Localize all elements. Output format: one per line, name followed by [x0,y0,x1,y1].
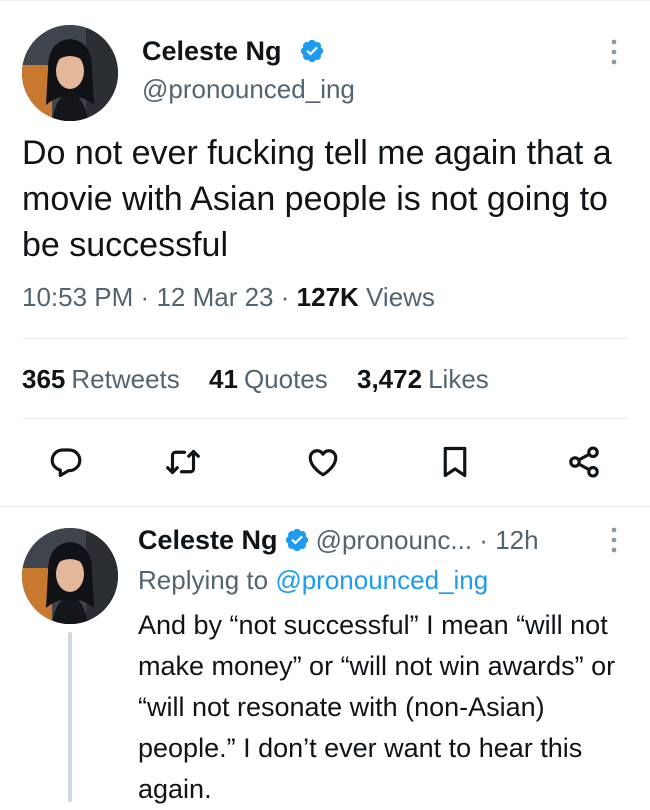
share-icon [569,446,599,478]
reply-avatar[interactable] [22,528,118,624]
reply-timestamp[interactable]: 12h [495,525,538,555]
tweet-text: Do not ever fucking tell me again that a… [22,134,612,264]
replying-to-handle[interactable]: @pronounced_ing [275,565,488,595]
like-icon [308,449,338,477]
quotes-label: Quotes [243,364,328,394]
retweets-label: Retweets [71,364,180,394]
share-button[interactable] [566,444,602,480]
avatar[interactable] [22,25,118,121]
reply-author-name[interactable]: Celeste Ng [138,525,278,555]
bookmark-button[interactable] [437,444,473,480]
tweet-meta: 10:53 PM · 12 Mar 23 · 127K Views [22,280,435,314]
views-label: Views [366,282,435,312]
retweets-count: 365 [22,364,66,394]
author-name[interactable]: Celeste Ng [142,35,282,67]
quotes-stat[interactable]: 41 Quotes [209,364,328,394]
reply-header: Celeste Ng @pronounc... · 12h [138,524,539,556]
quotes-count: 41 [209,364,238,394]
divider [0,506,650,507]
reply-button[interactable] [48,444,84,480]
verified-badge-icon [285,528,308,552]
views-count: 127K [296,282,359,312]
divider [22,418,628,419]
replying-to: Replying to @pronounced_ing [138,563,488,597]
more-options-icon[interactable] [609,38,619,66]
reply-author-handle[interactable]: @pronounc... [316,525,472,555]
verified-badge-icon [300,39,324,63]
retweet-icon [166,449,200,475]
retweets-stat[interactable]: 365 Retweets [22,364,180,394]
likes-stat[interactable]: 3,472 Likes [357,364,489,394]
meta-separator: · [280,282,290,312]
meta-separator: · [140,282,150,312]
tweet-time[interactable]: 10:53 PM [22,282,133,312]
engagement-stats: 365 Retweets 41 Quotes 3,472 Likes [22,362,511,396]
reply-separator: · [479,525,488,555]
bookmark-icon [443,446,467,478]
reply-icon [50,448,82,478]
top-divider [0,0,650,1]
tweet-date[interactable]: 12 Mar 23 [156,282,273,312]
likes-label: Likes [428,364,489,394]
author-handle[interactable]: @pronounced_ing [142,74,355,104]
thread-connector [68,632,72,802]
divider [22,338,628,339]
reply-text: And by “not successful” I mean “will not… [138,610,616,804]
likes-count: 3,472 [357,364,423,394]
like-button[interactable] [305,444,341,480]
more-options-icon[interactable] [609,526,619,554]
replying-to-label: Replying to [138,565,269,595]
retweet-button[interactable] [165,444,201,480]
